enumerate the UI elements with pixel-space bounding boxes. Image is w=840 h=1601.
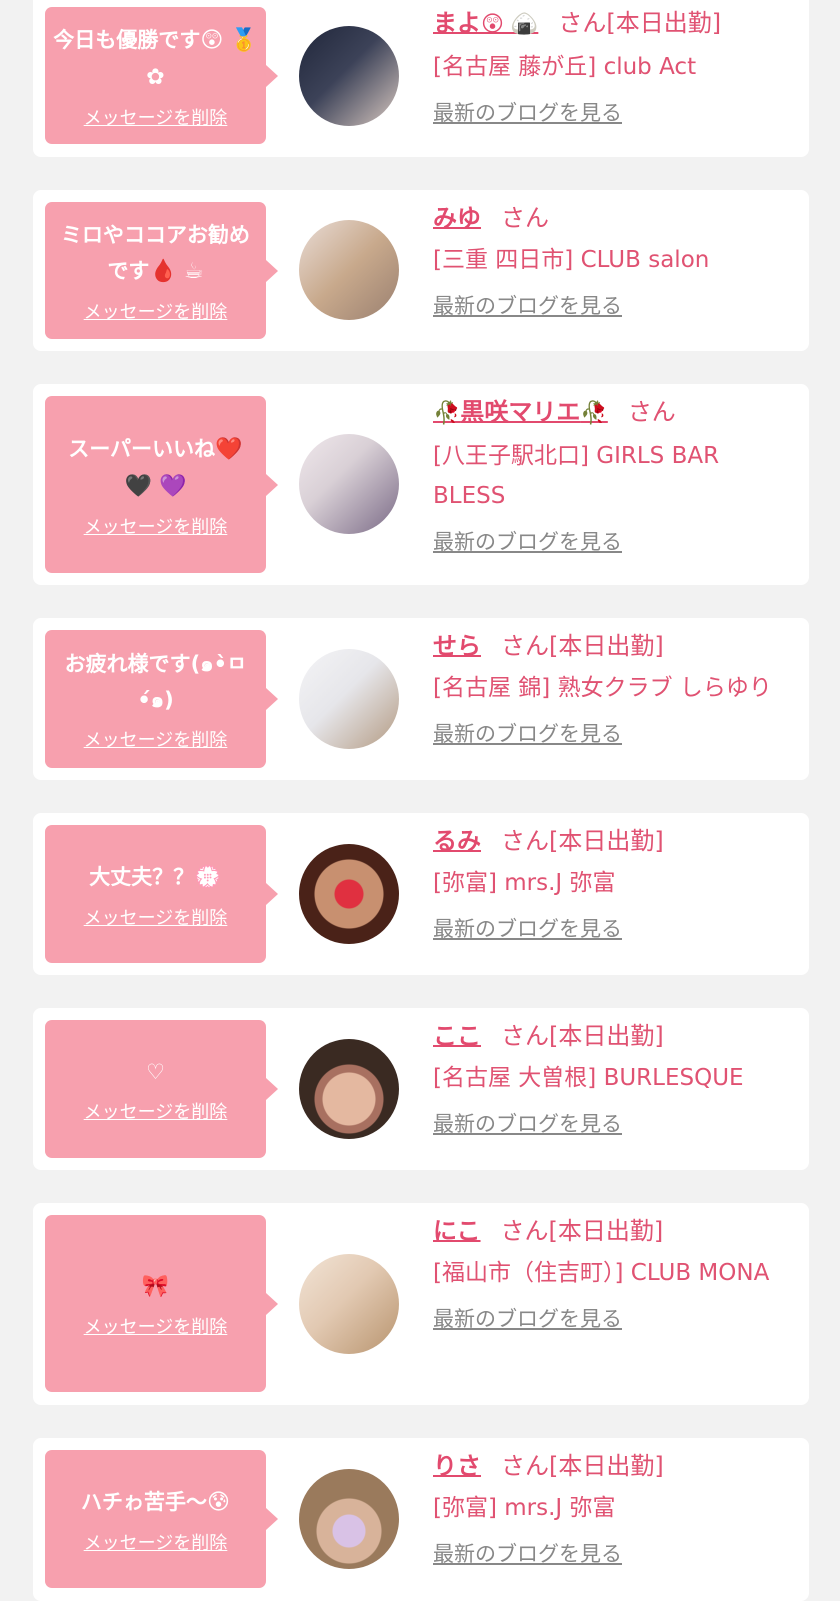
delete-message-link[interactable]: メッセージを削除 [84,730,228,752]
shop-name: [名古屋 錦] 熟女クラブ しらゆり [433,675,772,701]
message-bubble: ハチゎ苦手〜😰 メッセージを削除 [45,1450,278,1588]
delete-message-link[interactable]: メッセージを削除 [84,1317,228,1339]
message-bubble: ミロやココアお勧めです🩸 ☕ メッセージを削除 [45,202,278,339]
shop-name: [三重 四日市] CLUB salon [433,247,710,273]
latest-blog-link[interactable]: 最新のブログを見る [433,720,622,748]
cast-name-link[interactable]: 🥀黒咲マリエ🥀 [433,398,608,426]
delete-message-link[interactable]: メッセージを削除 [84,1533,228,1555]
name-suffix: さん [501,204,549,232]
latest-blog-link[interactable]: 最新のブログを見る [433,99,622,127]
latest-blog-link[interactable]: 最新のブログを見る [433,292,622,320]
name-emoji: 😲 🍙 [481,12,539,37]
delete-message-link[interactable]: メッセージを削除 [84,908,228,930]
message-bubble: ♡ メッセージを削除 [45,1020,278,1158]
message-bubble: 大丈夫？？💮 メッセージを削除 [45,825,278,963]
message-text: 🎀 [142,1268,169,1305]
name-suffix: さん [627,398,676,426]
avatar[interactable] [299,26,399,126]
cast-name-link[interactable]: りさ [433,1452,481,1480]
message-bubble: お疲れ様です(๑•̀ㅁ•́๑) メッセージを削除 [45,630,278,768]
message-text: スーパーいいね❤️ 🖤 💜 [68,436,243,499]
message-text: ♡ [146,1054,165,1090]
latest-blog-link[interactable]: 最新のブログを見る [433,528,622,556]
message-bubble: スーパーいいね❤️ 🖤 💜 メッセージを削除 [45,396,278,573]
avatar[interactable] [299,844,399,944]
message-card: お疲れ様です(๑•̀ㅁ•́๑) メッセージを削除 せら さん[本日出勤] [名古屋… [33,618,809,780]
message-emoji: 💮 [194,864,222,890]
shop-name: [八王子駅北口] GIRLS BAR BLESS [433,443,720,509]
avatar[interactable] [299,1039,399,1139]
name-emoji: 🥀 [433,401,461,426]
message-text: ハチゎ苦手〜😰 [81,1489,230,1515]
message-list: 今日も優勝です😲 🥇 ✿ メッセージを削除 まよ😲 🍙 さん[本日出勤] [名古屋… [0,0,840,1601]
latest-blog-link[interactable]: 最新のブログを見る [433,1540,622,1568]
message-text: ミロやココアお勧めです🩸 ☕ [61,223,250,284]
avatar[interactable] [299,1469,399,1569]
message-card: ミロやココアお勧めです🩸 ☕ メッセージを削除 みゆ さん [三重 四日市] CL… [33,190,809,351]
cast-name-link[interactable]: るみ [433,827,481,855]
message-text: お疲れ様です(๑•̀ㅁ•́๑) [64,652,247,712]
latest-blog-link[interactable]: 最新のブログを見る [433,1110,622,1138]
message-bubble: 🎀 メッセージを削除 [45,1215,278,1392]
cast-name-link[interactable]: せら [433,632,481,660]
cast-name-link[interactable]: まよ😲 🍙 [433,9,538,37]
name-suffix: さん[本日出勤] [501,827,664,855]
latest-blog-link[interactable]: 最新のブログを見る [433,915,622,943]
name-suffix: さん[本日出勤] [501,1452,664,1480]
avatar[interactable] [299,220,399,320]
shop-name: [弥富] mrs.J 弥富 [433,1495,616,1521]
message-bubble: 今日も優勝です😲 🥇 ✿ メッセージを削除 [45,7,278,144]
avatar[interactable] [299,434,399,534]
name-emoji: 🥀 [580,401,608,426]
cast-name-link[interactable]: にこ [433,1217,481,1245]
name-suffix: さん[本日出勤] [501,632,664,660]
message-emoji: 🩸 ☕ [149,259,204,284]
message-card: ♡ メッセージを削除 ここ さん[本日出勤] [名古屋 大曽根] BURLESQU… [33,1008,809,1170]
message-card: 今日も優勝です😲 🥇 ✿ メッセージを削除 まよ😲 🍙 さん[本日出勤] [名古屋… [33,0,809,157]
shop-name: [福山市（住吉町）] CLUB MONA [433,1260,770,1286]
avatar[interactable] [299,1254,399,1354]
ribbon-icon: 🎀 [141,1274,170,1299]
message-text: 今日も優勝です😲 🥇 ✿ [53,27,258,90]
message-text: 大丈夫？？💮 [89,864,222,890]
heart-icon: ♡ [146,1060,165,1084]
delete-message-link[interactable]: メッセージを削除 [84,302,228,324]
delete-message-link[interactable]: メッセージを削除 [84,1102,228,1124]
delete-message-link[interactable]: メッセージを削除 [84,517,228,539]
message-card: スーパーいいね❤️ 🖤 💜 メッセージを削除 🥀黒咲マリエ🥀 さん [八王子駅北口… [33,384,809,585]
delete-message-link[interactable]: メッセージを削除 [84,108,228,130]
cast-name-link[interactable]: みゆ [433,204,481,232]
message-emoji: 😰 [207,1489,230,1515]
avatar[interactable] [299,649,399,749]
name-suffix: さん[本日出勤] [558,9,722,37]
message-card: 大丈夫？？💮 メッセージを削除 るみ さん[本日出勤] [弥富] mrs.J 弥富… [33,813,809,975]
shop-name: [弥富] mrs.J 弥富 [433,870,616,896]
latest-blog-link[interactable]: 最新のブログを見る [433,1305,622,1333]
message-card: ハチゎ苦手〜😰 メッセージを削除 りさ さん[本日出勤] [弥富] mrs.J 弥… [33,1438,809,1601]
shop-name: [名古屋 大曽根] BURLESQUE [433,1065,744,1091]
name-suffix: さん[本日出勤] [500,1217,664,1245]
shop-name: [名古屋 藤が丘] club Act [433,54,697,80]
cast-name-link[interactable]: ここ [433,1022,481,1050]
message-card: 🎀 メッセージを削除 にこ さん[本日出勤] [福山市（住吉町）] CLUB MO… [33,1203,809,1405]
name-suffix: さん[本日出勤] [501,1022,664,1050]
